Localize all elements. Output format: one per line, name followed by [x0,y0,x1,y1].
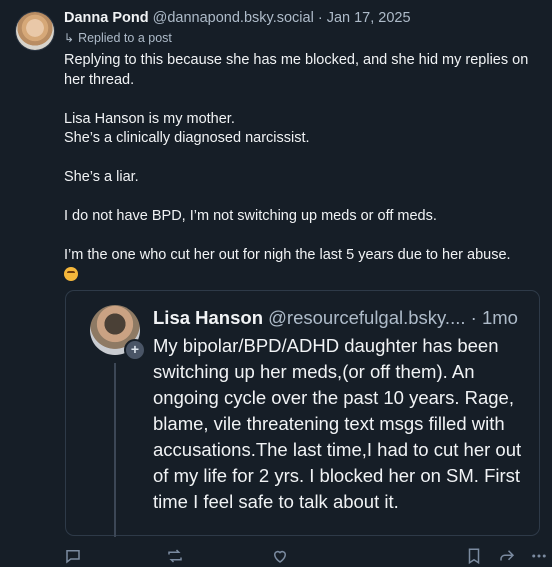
thread-line [114,363,116,537]
post-paragraph: I’m the one who cut her out for nigh the… [64,247,511,263]
post-paragraph: She’s a clinically diagnosed narcissist. [64,130,310,146]
post: Danna Pond @dannapond.bsky.social · Jan … [64,8,550,285]
quoted-post[interactable]: + Lisa Hanson @resourcefulgal.bsky.... ·… [65,290,540,537]
reply-context-label: Replied to a post [78,31,172,45]
post-paragraph: I do not have BPD, I’m not switching up … [64,208,437,224]
quote-author-handle[interactable]: @resourcefulgal.bsky.... [268,307,465,328]
more-icon[interactable] [530,547,550,567]
author-name[interactable]: Danna Pond [64,10,149,26]
post-body: Replying to this because she has me bloc… [64,51,550,285]
post-paragraph: She’s a liar. [64,169,139,185]
reply-context[interactable]: ↳ Replied to a post [64,29,550,47]
quote-time[interactable]: 1mo [482,307,518,328]
post-paragraph: Lisa Hanson is my mother. [64,110,235,127]
like-icon[interactable] [271,547,291,567]
follow-plus-icon[interactable]: + [124,339,146,361]
action-bar [0,547,552,567]
author-avatar[interactable] [16,12,54,50]
meta-separator: · [317,10,323,26]
bookmark-icon[interactable] [465,547,485,567]
reply-icon[interactable] [64,547,84,567]
quote-header: Lisa Hanson @resourcefulgal.bsky.... · 1… [153,305,518,331]
post-header: Danna Pond @dannapond.bsky.social · Jan … [64,8,550,28]
post-date[interactable]: Jan 17, 2025 [327,10,411,26]
quote-text: My bipolar/BPD/ADHD daughter has been sw… [153,335,522,512]
post-paragraph: Replying to this because she has me bloc… [64,52,529,88]
repost-icon[interactable] [166,547,186,567]
share-icon[interactable] [498,547,518,567]
author-handle[interactable]: @dannapond.bsky.social [153,10,314,26]
quote-author-name[interactable]: Lisa Hanson [153,307,263,328]
flushed-face-emoji [64,266,78,281]
reply-arrow-icon: ↳ [64,31,75,45]
quote-separator: · [470,307,477,328]
